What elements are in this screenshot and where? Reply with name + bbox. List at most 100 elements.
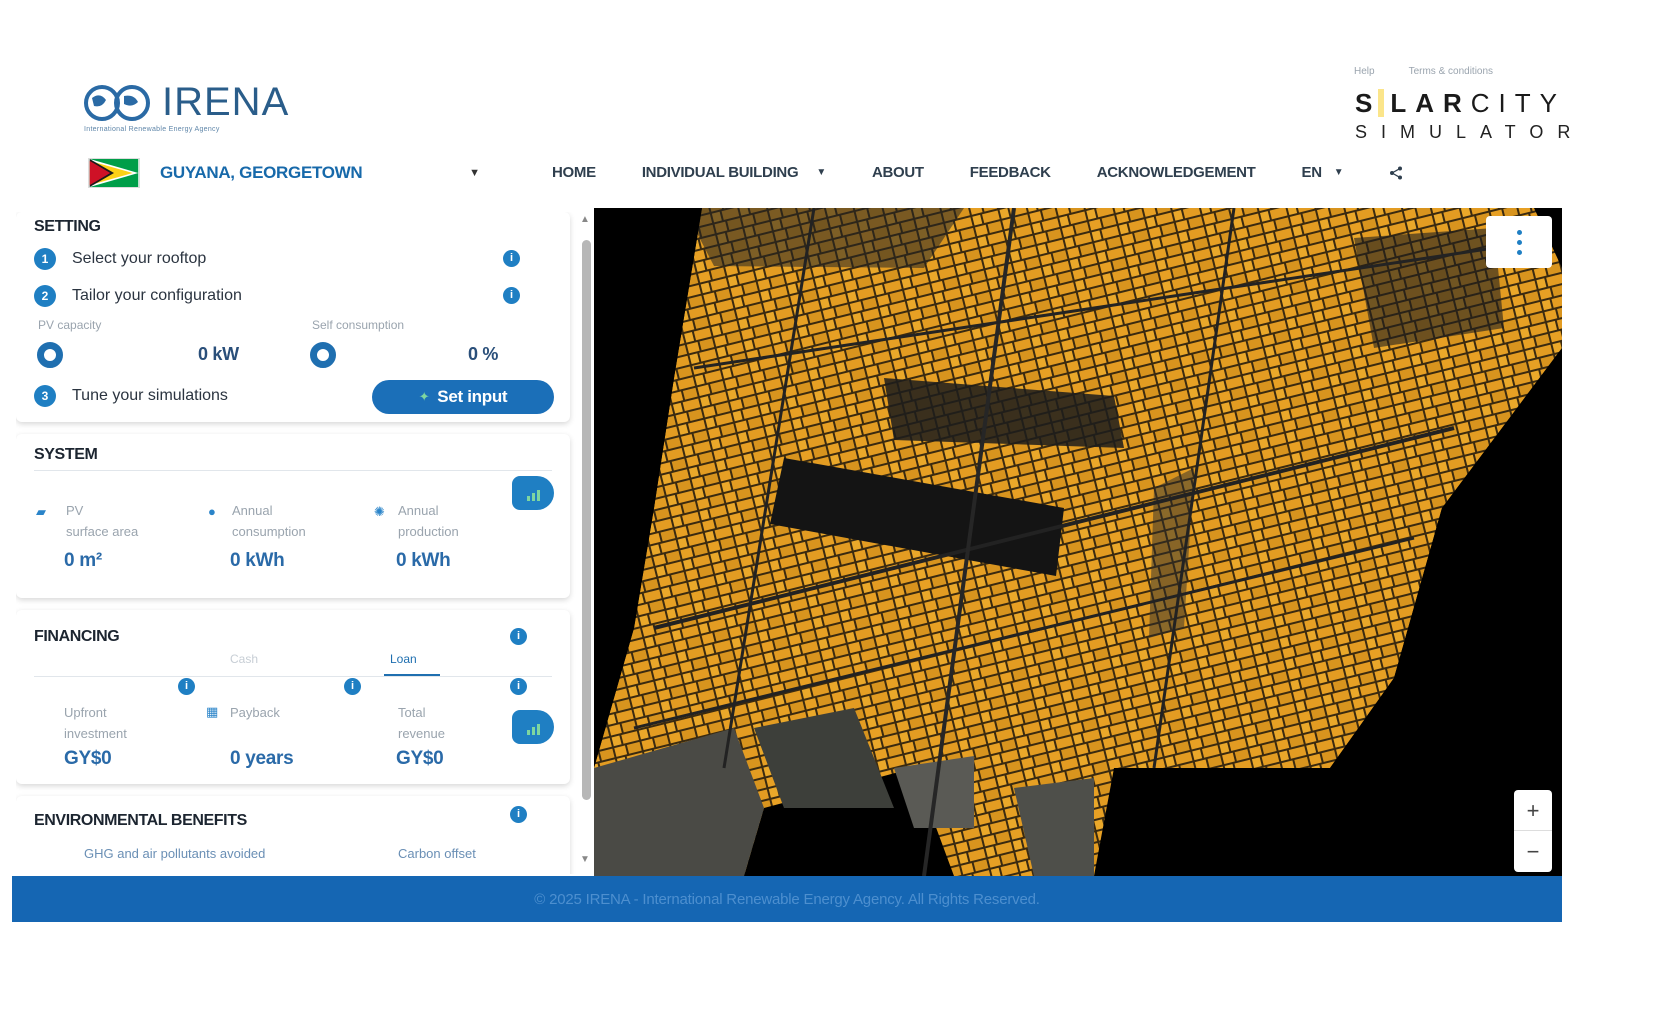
setting-title: SETTING bbox=[34, 218, 101, 235]
help-link[interactable]: Help bbox=[1354, 66, 1375, 77]
financing-chart-button[interactable] bbox=[512, 710, 554, 744]
set-input-button[interactable]: ✦ Set input bbox=[372, 380, 554, 414]
chevron-down-icon: ▼ bbox=[1333, 167, 1344, 178]
step-number: 3 bbox=[34, 385, 56, 407]
share-icon[interactable] bbox=[1389, 166, 1403, 180]
step-number: 1 bbox=[34, 248, 56, 270]
info-icon[interactable]: i bbox=[503, 250, 520, 267]
info-icon[interactable]: i bbox=[510, 628, 527, 645]
step-tailor-configuration[interactable]: 2 Tailor your configuration bbox=[34, 285, 242, 307]
sun-production-icon: ✺ bbox=[374, 504, 385, 519]
total-revenue-value: GY$0 bbox=[396, 748, 444, 769]
pv-capacity-label: PV capacity bbox=[38, 318, 102, 332]
rooftop-map[interactable] bbox=[594, 208, 1562, 876]
payback-value: 0 years bbox=[230, 748, 294, 769]
self-consumption-label: Self consumption bbox=[312, 318, 405, 332]
annual-consumption-label: Annual consumption bbox=[232, 503, 306, 539]
logo-wordmark: IRENA bbox=[162, 80, 290, 124]
step-number: 2 bbox=[34, 285, 56, 307]
info-icon[interactable]: i bbox=[503, 287, 520, 304]
total-revenue-label: Total revenue bbox=[398, 705, 445, 741]
step-select-rooftop[interactable]: 1 Select your rooftop bbox=[34, 248, 206, 270]
brand-city: CITY bbox=[1470, 88, 1567, 118]
sparkle-icon: ✦ bbox=[418, 389, 430, 404]
calendar-icon: ▦ bbox=[206, 704, 219, 719]
brand-lar: LAR bbox=[1390, 88, 1471, 118]
scroll-down-icon[interactable]: ▼ bbox=[580, 854, 590, 865]
annual-production-label: Annual production bbox=[398, 503, 459, 539]
info-icon[interactable]: i bbox=[510, 806, 527, 823]
system-chart-button[interactable] bbox=[512, 476, 554, 510]
pv-surface-value: 0 m² bbox=[64, 550, 102, 571]
drop-icon: ● bbox=[208, 504, 216, 519]
location-name: GUYANA, GEORGETOWN bbox=[160, 163, 363, 182]
brand-subtitle: SIMULATOR bbox=[1355, 122, 1585, 142]
self-consumption-value: 0 % bbox=[468, 344, 499, 364]
environmental-card: ENVIRONMENTAL BENEFITS i GHG and air pol… bbox=[16, 796, 570, 874]
map-menu-button[interactable] bbox=[1486, 216, 1552, 268]
upfront-investment-label: Upfront investment bbox=[64, 705, 127, 741]
location-selector[interactable]: GUYANA, GEORGETOWN ▼ bbox=[88, 158, 480, 188]
nav-individual-building[interactable]: INDIVIDUAL BUILDING ▼ bbox=[642, 164, 826, 181]
info-icon[interactable]: i bbox=[510, 678, 527, 695]
annual-production-value: 0 kWh bbox=[396, 550, 451, 571]
ghg-label: GHG and air pollutants avoided bbox=[84, 846, 266, 861]
scroll-up-icon[interactable]: ▲ bbox=[580, 214, 590, 225]
step-label: Tailor your configuration bbox=[72, 287, 242, 304]
irena-logo[interactable]: IRENA International Renewable Energy Age… bbox=[84, 80, 314, 140]
nav-about[interactable]: ABOUT bbox=[872, 164, 924, 181]
surface-icon: ▰ bbox=[36, 504, 46, 519]
info-icon[interactable]: i bbox=[178, 678, 195, 695]
globe-logo-icon bbox=[84, 85, 150, 121]
step-label: Tune your simulations bbox=[72, 387, 228, 404]
nav-acknowledgement[interactable]: ACKNOWLEDGEMENT bbox=[1097, 164, 1256, 181]
pv-surface-label: PV surface area bbox=[66, 503, 139, 539]
setting-card: SETTING 1 Select your rooftop i 2 Tailor… bbox=[16, 212, 570, 422]
map-view[interactable]: + − bbox=[594, 208, 1562, 876]
main-nav: HOME INDIVIDUAL BUILDING ▼ ABOUT FEEDBAC… bbox=[552, 164, 1449, 181]
step-tune-simulations: 3 Tune your simulations bbox=[34, 385, 228, 407]
divider bbox=[34, 470, 552, 471]
menu-dots-icon bbox=[1516, 229, 1522, 235]
chevron-down-icon: ▼ bbox=[816, 167, 826, 178]
language-label: EN bbox=[1301, 164, 1323, 181]
financing-card: FINANCING i Cash Loan i i i Upfront inves… bbox=[16, 610, 570, 784]
system-card: SYSTEM ▰ PV surface area 0 m² ● Annual con… bbox=[16, 434, 570, 598]
divider bbox=[34, 676, 552, 677]
carbon-offset-label: Carbon offset bbox=[398, 846, 476, 861]
tab-loan[interactable]: Loan bbox=[390, 652, 417, 666]
self-consumption-slider-handle[interactable] bbox=[310, 342, 336, 368]
nav-home[interactable]: HOME bbox=[552, 164, 596, 181]
step-label: Select your rooftop bbox=[72, 250, 207, 267]
nav-individual-building-label: INDIVIDUAL BUILDING bbox=[641, 164, 799, 181]
chevron-down-icon: ▼ bbox=[469, 167, 480, 179]
payback-label: Payback bbox=[230, 705, 280, 720]
language-selector[interactable]: EN ▼ bbox=[1302, 164, 1344, 181]
footer-copyright: © 2025 IRENA - International Renewable E… bbox=[534, 890, 1040, 908]
zoom-in-icon[interactable]: + bbox=[1514, 790, 1552, 831]
zoom-controls: + − bbox=[1514, 790, 1552, 872]
brand-s: S bbox=[1355, 88, 1382, 118]
annual-consumption-value: 0 kWh bbox=[230, 550, 285, 571]
zoom-out-icon[interactable]: − bbox=[1514, 831, 1552, 872]
sidebar-scrollbar[interactable]: ▲ ▼ bbox=[578, 214, 594, 870]
upfront-investment-value: GY$0 bbox=[64, 748, 112, 769]
footer-bar: © 2025 IRENA - International Renewable E… bbox=[12, 876, 1562, 922]
set-input-label: Set input bbox=[437, 387, 508, 406]
guyana-flag-icon bbox=[88, 158, 140, 188]
solarcity-brand[interactable]: S LAR CITY SIMULATOR bbox=[1355, 88, 1585, 143]
brand-title: S LAR CITY bbox=[1355, 88, 1565, 118]
nav-feedback[interactable]: FEEDBACK bbox=[970, 164, 1051, 181]
tab-cash[interactable]: Cash bbox=[230, 652, 258, 666]
top-links: Help Terms & conditions bbox=[1354, 66, 1493, 77]
terms-link[interactable]: Terms & conditions bbox=[1409, 66, 1493, 77]
environmental-title: ENVIRONMENTAL BENEFITS bbox=[34, 812, 247, 829]
pv-capacity-value: 0 kW bbox=[198, 344, 239, 364]
logo-tagline: International Renewable Energy Agency bbox=[84, 126, 220, 133]
financing-title: FINANCING bbox=[34, 628, 120, 645]
financing-tabs: Cash Loan bbox=[34, 652, 552, 677]
scrollbar-thumb[interactable] bbox=[582, 240, 591, 800]
info-icon[interactable]: i bbox=[344, 678, 361, 695]
pv-capacity-slider-handle[interactable] bbox=[37, 342, 63, 368]
system-title: SYSTEM bbox=[34, 446, 98, 463]
